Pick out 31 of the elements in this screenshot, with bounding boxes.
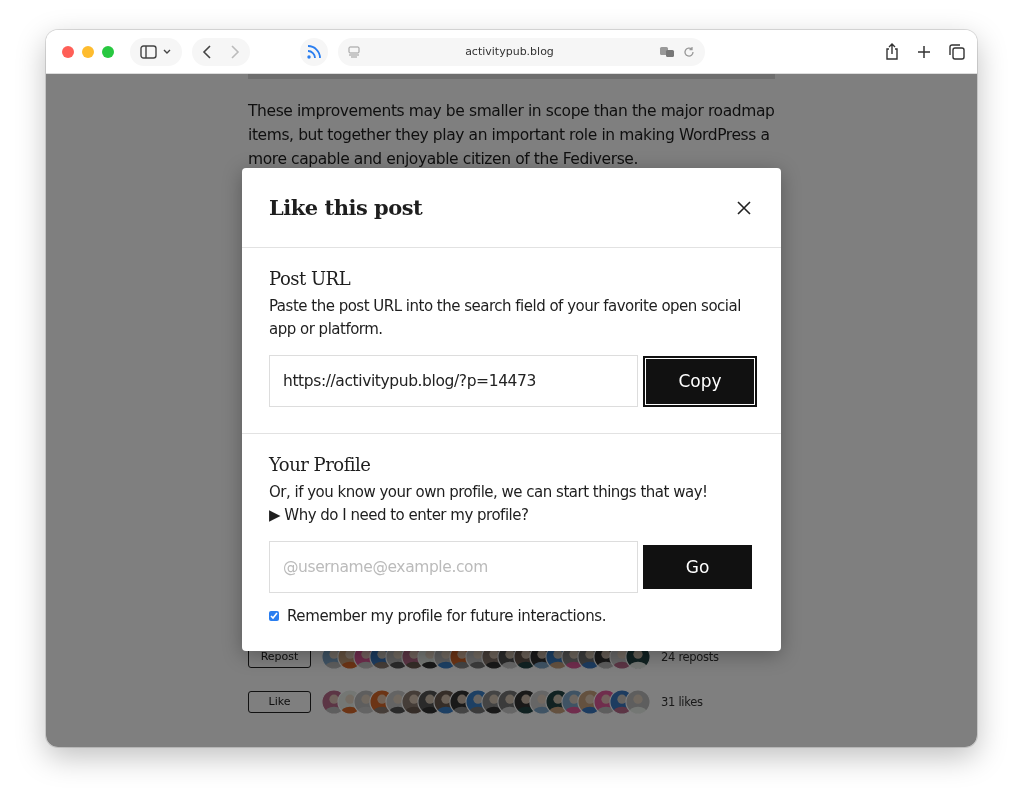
section-description: Paste the post URL into the search field of your favorite open social app or platform. xyxy=(269,296,742,340)
feed-button[interactable] xyxy=(300,37,328,66)
translate-icon[interactable] xyxy=(659,45,675,58)
section-heading: Your Profile xyxy=(269,454,372,475)
back-icon[interactable] xyxy=(202,44,212,59)
address-text: activitypub.blog xyxy=(464,45,555,58)
profile-field[interactable]: @username@example.com xyxy=(269,541,638,593)
reload-icon[interactable] xyxy=(683,45,695,58)
zoom-window-button[interactable] xyxy=(102,45,114,58)
disclosure-toggle[interactable]: ▶ Why do I need to enter my profile? xyxy=(269,504,757,527)
feed-icon xyxy=(306,43,322,60)
remember-label: Remember my profile for future interactions. xyxy=(287,607,607,625)
sidebar-icon xyxy=(140,44,172,59)
reaction-count: 24 reposts xyxy=(661,649,719,664)
share-icon[interactable] xyxy=(885,43,899,60)
address-bar[interactable]: activitypub.blog xyxy=(338,37,705,66)
section-description: Or, if you know your own profile, we can start things that way! xyxy=(269,482,709,503)
section-heading: Post URL xyxy=(269,268,352,289)
reaction-count: 31 likes xyxy=(661,694,703,709)
close-window-button[interactable] xyxy=(62,45,74,58)
go-button[interactable]: Go xyxy=(643,545,752,589)
close-icon[interactable] xyxy=(737,200,751,215)
tabs-overview-icon[interactable] xyxy=(949,43,965,60)
new-tab-icon[interactable] xyxy=(917,44,931,59)
article-paragraph: These improvements may be smaller in scope than the major roadmap items, but together they play an important role in making WordPress a more capable and enjoyable citizen of the Fediverse. xyxy=(248,101,775,170)
copy-button[interactable]: Copy xyxy=(646,358,754,404)
reaction-button[interactable]: Like xyxy=(248,690,311,713)
remember-checkbox[interactable] xyxy=(269,611,279,621)
sidebar-button[interactable] xyxy=(130,37,182,66)
post-url-field[interactable]: https://activitypub.blog/?p=14473 xyxy=(269,355,638,407)
modal-title: Like this post xyxy=(269,195,423,220)
